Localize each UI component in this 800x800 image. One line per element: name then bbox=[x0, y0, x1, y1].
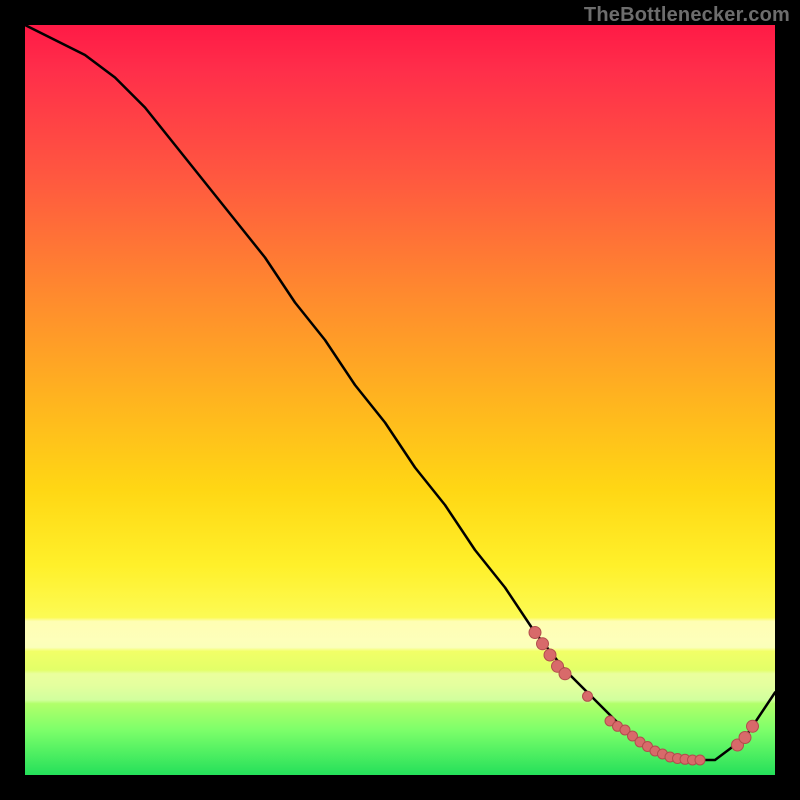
bottleneck-curve bbox=[25, 25, 775, 760]
curve-marker bbox=[529, 627, 541, 639]
curve-layer bbox=[25, 25, 775, 775]
curve-marker bbox=[747, 720, 759, 732]
curve-markers bbox=[529, 627, 759, 766]
curve-marker bbox=[739, 732, 751, 744]
curve-marker bbox=[544, 649, 556, 661]
curve-marker bbox=[537, 638, 549, 650]
watermark-label: TheBottlenecker.com bbox=[584, 4, 790, 27]
plot-area bbox=[25, 25, 775, 775]
curve-marker bbox=[583, 691, 593, 701]
curve-marker bbox=[695, 755, 705, 765]
curve-marker bbox=[559, 668, 571, 680]
chart-stage: TheBottlenecker.com bbox=[0, 0, 800, 800]
